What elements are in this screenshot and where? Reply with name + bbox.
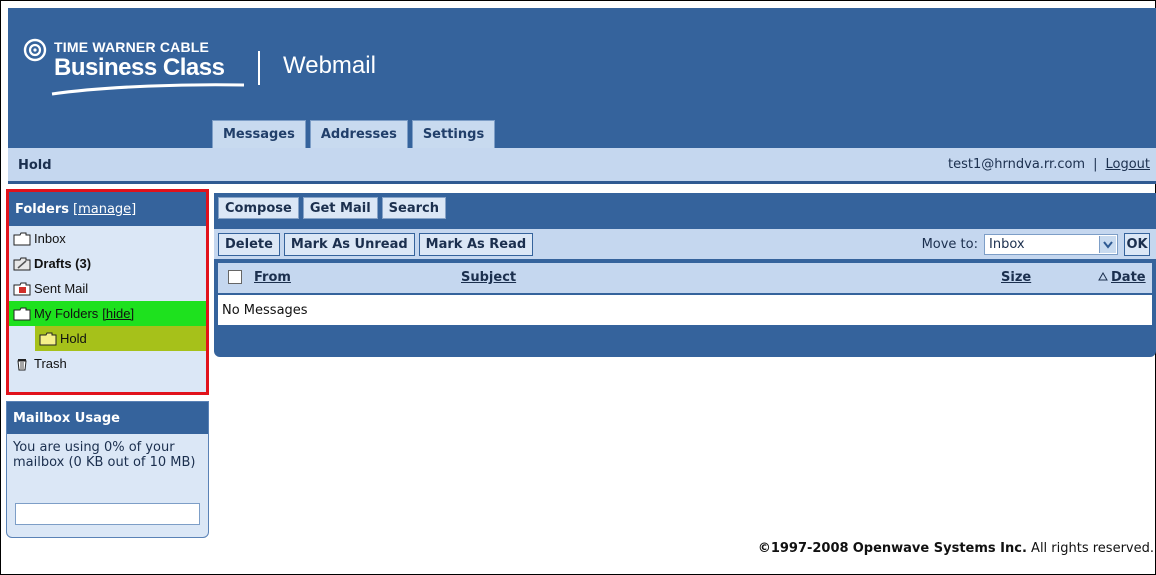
column-from[interactable]: From xyxy=(254,270,291,285)
rights-text: All rights reserved. xyxy=(1031,541,1154,556)
mark-unread-button[interactable]: Mark As Unread xyxy=(283,233,415,256)
folders-title: Folders xyxy=(15,201,70,217)
tab-addresses[interactable]: Addresses xyxy=(309,120,408,148)
column-date-label: Date xyxy=(1111,270,1146,285)
brand-top-line: TIME WARNER CABLE xyxy=(54,39,210,55)
empty-message-row: No Messages xyxy=(218,295,1152,325)
folders-header: Folders [manage] xyxy=(9,192,206,226)
ok-button[interactable]: OK xyxy=(1124,233,1150,256)
folder-item-hold[interactable]: Hold xyxy=(35,326,206,351)
compose-button[interactable]: Compose xyxy=(218,197,299,219)
brand-eye-icon xyxy=(23,38,47,62)
mailbox-usage-panel: Mailbox Usage You are using 0% of your m… xyxy=(6,401,209,538)
user-email: test1@hrndva.rr.com xyxy=(948,157,1086,172)
usage-bar xyxy=(15,503,200,525)
manage-folders-link[interactable]: [manage] xyxy=(73,202,136,217)
tab-settings[interactable]: Settings xyxy=(411,120,496,148)
main-tabs: Messages Addresses Settings xyxy=(212,120,496,148)
folders-panel: Folders [manage] Inbox Drafts (3) Sent M… xyxy=(6,189,209,395)
copyright-years: ©1997-2008 xyxy=(757,541,849,556)
folder-open-icon xyxy=(13,307,31,320)
folder-icon xyxy=(39,332,57,345)
folder-icon xyxy=(13,232,31,245)
mark-read-button[interactable]: Mark As Read xyxy=(418,233,534,256)
move-to-value: Inbox xyxy=(989,237,1025,252)
trash-icon xyxy=(17,358,27,370)
folder-label: Drafts (3) xyxy=(34,256,92,271)
get-mail-button[interactable]: Get Mail xyxy=(302,197,378,219)
folder-label: Sent Mail xyxy=(34,281,89,296)
folder-item-my-folders[interactable]: My Folders [hide] xyxy=(9,301,206,326)
footer: ©1997-2008 Openwave Systems Inc. All rig… xyxy=(758,541,1154,556)
folder-label: Trash xyxy=(34,356,67,371)
move-to-group: Move to: Inbox OK xyxy=(922,233,1150,256)
usage-title: Mailbox Usage xyxy=(7,402,208,434)
column-subject[interactable]: Subject xyxy=(461,270,516,285)
user-area: test1@hrndva.rr.com | Logout xyxy=(948,157,1150,172)
app-title: Webmail xyxy=(283,52,376,79)
logout-link[interactable]: Logout xyxy=(1105,157,1150,172)
folder-item-trash[interactable]: Trash xyxy=(9,351,206,376)
tab-label: Addresses xyxy=(320,127,397,142)
action-toolbar: Delete Mark As Unread Mark As Read Move … xyxy=(214,229,1156,259)
company-name: Openwave Systems Inc. xyxy=(852,541,1027,556)
separator: | xyxy=(1093,157,1098,172)
folder-item-sent-mail[interactable]: Sent Mail xyxy=(9,276,206,301)
drafts-icon xyxy=(13,257,31,270)
folder-label: Inbox xyxy=(34,231,66,246)
tab-label: Messages xyxy=(223,127,295,142)
move-to-label: Move to: xyxy=(921,237,978,252)
folder-item-inbox[interactable]: Inbox xyxy=(9,226,206,251)
folder-label: My Folders xyxy=(34,306,99,321)
sort-up-icon xyxy=(1098,271,1108,281)
message-panel: Compose Get Mail Search Delete Mark As U… xyxy=(214,193,1156,357)
usage-text: You are using 0% of your mailbox (0 KB o… xyxy=(13,440,196,470)
column-header-row: From Subject Size Date xyxy=(218,263,1152,293)
select-all-checkbox[interactable] xyxy=(228,270,242,284)
folder-label: Hold xyxy=(60,331,87,346)
column-size[interactable]: Size xyxy=(1001,270,1031,285)
tab-messages[interactable]: Messages xyxy=(212,120,306,148)
chevron-down-icon[interactable] xyxy=(1099,236,1116,253)
tab-label: Settings xyxy=(422,127,485,142)
current-folder-title: Hold xyxy=(18,158,52,173)
sent-mail-icon xyxy=(13,282,31,295)
header-divider xyxy=(258,51,260,85)
column-date[interactable]: Date xyxy=(1098,270,1146,285)
app-header: TIME WARNER CABLE Business Class Webmail… xyxy=(8,8,1156,148)
hide-folders-link[interactable]: [hide] xyxy=(102,306,134,321)
top-toolbar: Compose Get Mail Search xyxy=(218,197,446,219)
move-to-select[interactable]: Inbox xyxy=(984,234,1118,255)
brand-swoosh-icon xyxy=(51,83,245,96)
brand-main-line: Business Class xyxy=(54,54,225,81)
delete-button[interactable]: Delete xyxy=(218,233,280,256)
folder-item-drafts[interactable]: Drafts (3) xyxy=(9,251,206,276)
info-bar: Hold test1@hrndva.rr.com | Logout xyxy=(8,148,1156,184)
search-button[interactable]: Search xyxy=(381,197,446,219)
